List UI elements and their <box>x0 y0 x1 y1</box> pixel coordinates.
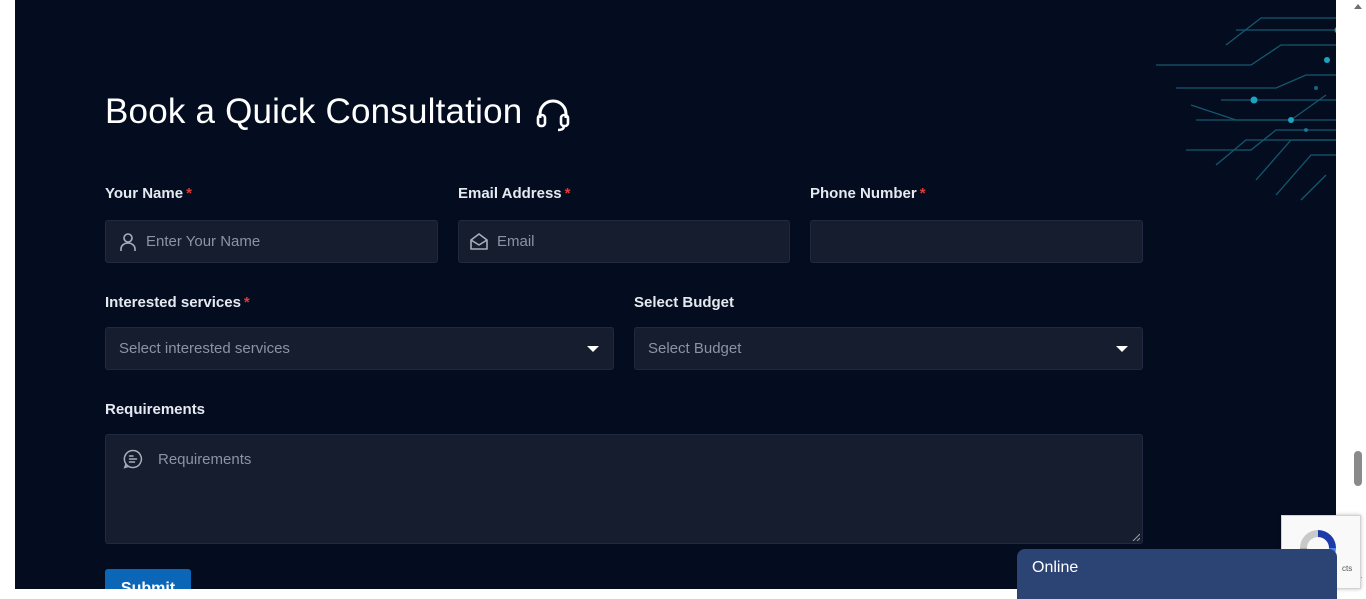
email-field[interactable] <box>458 220 790 263</box>
submit-button[interactable]: Submit <box>105 569 191 589</box>
headset-icon <box>537 99 570 132</box>
services-label: Interested services * <box>105 294 250 311</box>
name-input[interactable] <box>146 221 437 262</box>
form-heading: Book a Quick Consultation <box>105 92 570 132</box>
budget-selected-value: Select Budget <box>648 340 742 357</box>
scroll-up-arrow-icon[interactable] <box>1354 4 1362 9</box>
requirements-label: Requirements <box>105 401 206 418</box>
recaptcha-text: cts <box>1342 564 1353 573</box>
scrollbar-thumb[interactable] <box>1354 451 1362 486</box>
budget-select[interactable]: Select Budget <box>634 327 1143 370</box>
required-mark: * <box>186 185 192 202</box>
email-label: Email Address * <box>458 185 571 202</box>
requirements-input[interactable] <box>158 435 1142 559</box>
required-mark: * <box>243 294 250 311</box>
phone-input[interactable] <box>823 221 1142 262</box>
resize-handle-icon[interactable] <box>1132 533 1140 541</box>
required-mark: * <box>919 185 926 202</box>
user-icon <box>120 232 136 251</box>
consultation-section: Book a Quick Consultation Your Name* Ema… <box>15 0 1336 589</box>
page-title: Book a Quick Consultation <box>105 92 523 131</box>
chat-widget[interactable]: Online <box>1017 549 1337 599</box>
requirements-field[interactable] <box>105 434 1143 559</box>
budget-label: Select Budget <box>634 294 735 311</box>
email-input[interactable] <box>497 221 789 262</box>
name-field[interactable] <box>105 220 438 263</box>
phone-label: Phone Number * <box>810 185 926 202</box>
caret-down-icon <box>1116 345 1128 352</box>
envelope-open-icon <box>470 232 488 250</box>
circuit-decoration <box>1156 17 1336 201</box>
name-label: Your Name * <box>105 185 192 202</box>
services-selected-value: Select interested services <box>119 340 290 357</box>
caret-down-icon <box>587 345 599 352</box>
scrollbar[interactable] <box>1351 0 1366 589</box>
chat-status: Online <box>1032 559 1079 576</box>
message-icon <box>123 449 143 469</box>
services-select[interactable]: Select interested services <box>105 327 614 370</box>
phone-field[interactable] <box>810 220 1143 263</box>
required-mark: * <box>564 185 571 202</box>
